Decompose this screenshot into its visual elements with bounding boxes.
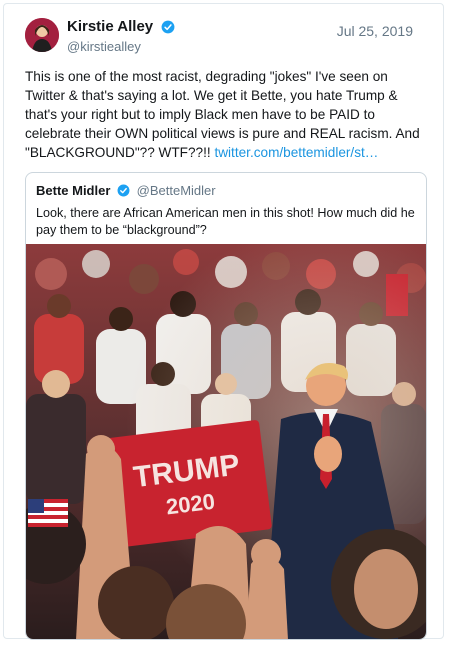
verified-badge-icon <box>161 20 175 34</box>
quoted-display-name[interactable]: Bette Midler <box>36 183 110 198</box>
tweet-text: This is one of the most racist, degradin… <box>25 67 430 162</box>
quoted-tweet[interactable]: Bette Midler @BetteMidler Look, there ar… <box>25 172 427 640</box>
user-handle[interactable]: @kirstiealley <box>67 38 175 55</box>
tweet-date[interactable]: Jul 25, 2019 <box>337 23 413 39</box>
american-flag <box>28 499 68 527</box>
quoted-text: Look, there are African American men in … <box>36 206 415 237</box>
author-block: Kirstie Alley @kirstiealley <box>67 18 175 55</box>
display-name[interactable]: Kirstie Alley <box>67 18 153 36</box>
verified-badge-icon <box>117 184 130 197</box>
quoted-handle[interactable]: @BetteMidler <box>137 183 216 198</box>
quoted-tweet-link[interactable]: twitter.com/bettemidler/st… <box>214 145 378 160</box>
trump-2020-sign: TRUMP 2020 <box>105 420 272 548</box>
rally-photo[interactable]: TRUMP 2020 <box>26 244 426 639</box>
tweet-card[interactable]: Kirstie Alley @kirstiealley Jul 25, 2019… <box>3 3 444 640</box>
quoted-author: Bette Midler @BetteMidler <box>36 183 216 199</box>
avatar[interactable] <box>25 18 59 52</box>
